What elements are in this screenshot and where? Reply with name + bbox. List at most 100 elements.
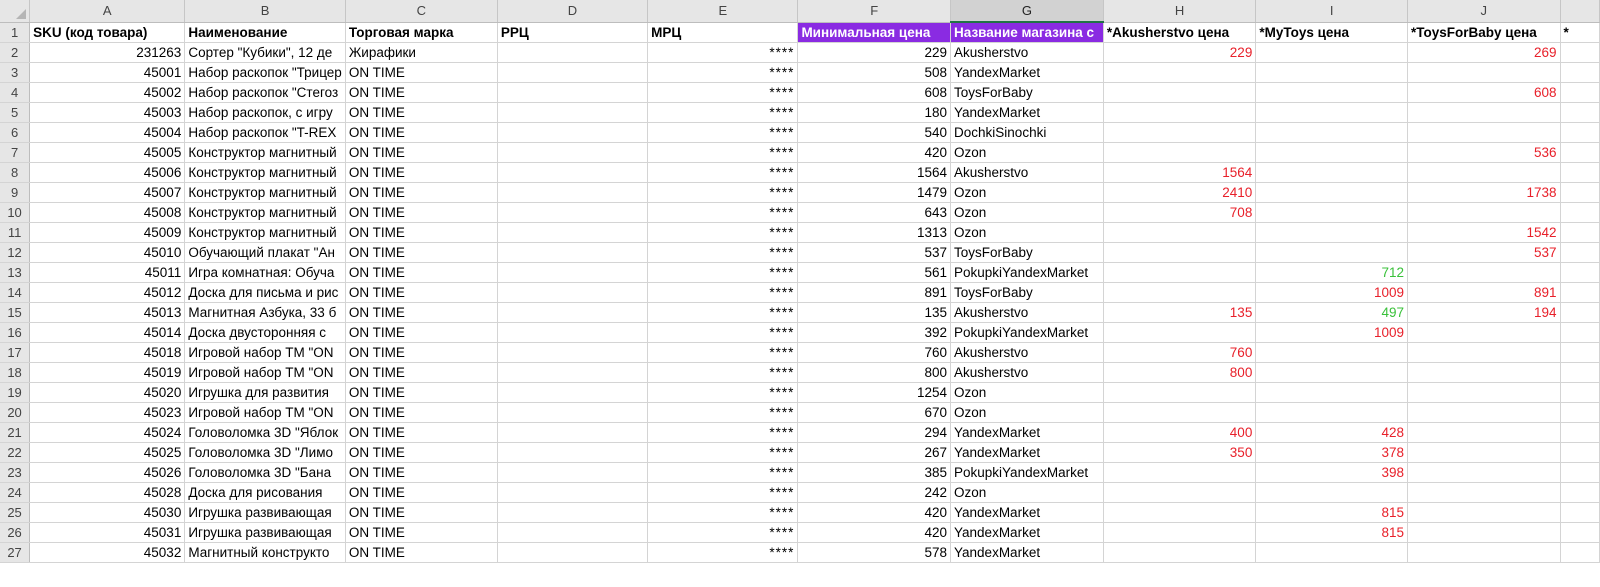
- rrc-cell[interactable]: [497, 462, 649, 483]
- store-name-cell[interactable]: Ozon: [950, 482, 1104, 503]
- store-name-cell[interactable]: PokupkiYandexMarket: [950, 322, 1104, 343]
- akusherstvo-price-cell[interactable]: 708: [1103, 202, 1257, 223]
- toysforbaby-price-cell[interactable]: [1407, 262, 1561, 283]
- rrc-cell[interactable]: [497, 262, 649, 283]
- sku-cell[interactable]: 45018: [29, 342, 186, 363]
- rrc-cell[interactable]: [497, 102, 649, 123]
- mytoys-price-cell[interactable]: [1255, 122, 1409, 143]
- column-header-d[interactable]: D: [497, 0, 649, 23]
- min-price-cell[interactable]: 608: [797, 82, 952, 103]
- sku-cell[interactable]: 231263: [29, 42, 186, 63]
- toysforbaby-price-cell[interactable]: 1542: [1407, 222, 1561, 243]
- min-price-cell[interactable]: 242: [797, 482, 952, 503]
- brand-cell[interactable]: ON TIME: [345, 342, 498, 363]
- mytoys-price-cell[interactable]: [1255, 202, 1409, 223]
- mytoys-price-cell[interactable]: 1009: [1255, 282, 1409, 303]
- akusherstvo-price-cell[interactable]: 350: [1103, 442, 1257, 463]
- brand-cell[interactable]: ON TIME: [345, 102, 498, 123]
- rrc-cell[interactable]: [497, 122, 649, 143]
- extra-cell[interactable]: [1560, 242, 1600, 263]
- rrc-cell[interactable]: [497, 62, 649, 83]
- brand-cell[interactable]: ON TIME: [345, 282, 498, 303]
- min-price-cell[interactable]: 420: [797, 522, 952, 543]
- sku-cell[interactable]: 45001: [29, 62, 186, 83]
- extra-cell[interactable]: [1560, 42, 1600, 63]
- akusherstvo-price-cell[interactable]: [1103, 322, 1257, 343]
- akusherstvo-price-cell[interactable]: [1103, 62, 1257, 83]
- name-cell[interactable]: Игрушка развивающая: [184, 522, 346, 543]
- store-name-cell[interactable]: Ozon: [950, 382, 1104, 403]
- row-header[interactable]: 23: [0, 462, 31, 483]
- name-cell[interactable]: Конструктор магнитный: [184, 142, 346, 163]
- brand-cell[interactable]: ON TIME: [345, 162, 498, 183]
- toysforbaby-price-cell[interactable]: [1407, 322, 1561, 343]
- rrc-cell[interactable]: [497, 502, 649, 523]
- name-cell[interactable]: Магнитный конструкто: [184, 542, 346, 563]
- min-price-cell[interactable]: 135: [797, 302, 952, 323]
- mrc-cell[interactable]: ****: [647, 462, 799, 483]
- store-name-cell[interactable]: ToysForBaby: [950, 282, 1104, 303]
- mytoys-price-cell[interactable]: [1255, 542, 1409, 563]
- akusherstvo-price-cell[interactable]: [1103, 502, 1257, 523]
- name-cell[interactable]: Игрушка развивающая: [184, 502, 346, 523]
- mytoys-price-cell[interactable]: [1255, 342, 1409, 363]
- rrc-cell[interactable]: [497, 162, 649, 183]
- store-name-cell[interactable]: Ozon: [950, 402, 1104, 423]
- header-cell-name[interactable]: Наименование: [184, 22, 346, 43]
- header-cell-min-price[interactable]: Минимальная цена: [797, 22, 952, 43]
- extra-cell[interactable]: [1560, 62, 1600, 83]
- min-price-cell[interactable]: 800: [797, 362, 952, 383]
- store-name-cell[interactable]: Akusherstvo: [950, 42, 1104, 63]
- toysforbaby-price-cell[interactable]: 194: [1407, 302, 1561, 323]
- extra-cell[interactable]: [1560, 202, 1600, 223]
- brand-cell[interactable]: ON TIME: [345, 302, 498, 323]
- mytoys-price-cell[interactable]: [1255, 82, 1409, 103]
- store-name-cell[interactable]: YandexMarket: [950, 62, 1104, 83]
- name-cell[interactable]: Сортер "Кубики", 12 де: [184, 42, 346, 63]
- mrc-cell[interactable]: ****: [647, 502, 799, 523]
- sku-cell[interactable]: 45024: [29, 422, 186, 443]
- min-price-cell[interactable]: 643: [797, 202, 952, 223]
- akusherstvo-price-cell[interactable]: [1103, 522, 1257, 543]
- store-name-cell[interactable]: YandexMarket: [950, 542, 1104, 563]
- store-name-cell[interactable]: YandexMarket: [950, 442, 1104, 463]
- mytoys-price-cell[interactable]: [1255, 402, 1409, 423]
- extra-cell[interactable]: [1560, 362, 1600, 383]
- min-price-cell[interactable]: 561: [797, 262, 952, 283]
- min-price-cell[interactable]: 420: [797, 142, 952, 163]
- row-header[interactable]: 21: [0, 422, 31, 443]
- min-price-cell[interactable]: 508: [797, 62, 952, 83]
- column-header-f[interactable]: F: [797, 0, 952, 23]
- min-price-cell[interactable]: 540: [797, 122, 952, 143]
- toysforbaby-price-cell[interactable]: 269: [1407, 42, 1561, 63]
- rrc-cell[interactable]: [497, 362, 649, 383]
- row-header[interactable]: 17: [0, 342, 31, 363]
- toysforbaby-price-cell[interactable]: [1407, 462, 1561, 483]
- akusherstvo-price-cell[interactable]: [1103, 542, 1257, 563]
- brand-cell[interactable]: ON TIME: [345, 502, 498, 523]
- toysforbaby-price-cell[interactable]: [1407, 62, 1561, 83]
- name-cell[interactable]: Обучающий плакат "Ан: [184, 242, 346, 263]
- mytoys-price-cell[interactable]: 428: [1255, 422, 1409, 443]
- toysforbaby-price-cell[interactable]: [1407, 122, 1561, 143]
- row-header[interactable]: 6: [0, 122, 31, 143]
- brand-cell[interactable]: ON TIME: [345, 62, 498, 83]
- header-cell-sku[interactable]: SKU (код товара): [29, 22, 186, 43]
- row-header[interactable]: 11: [0, 222, 31, 243]
- akusherstvo-price-cell[interactable]: 800: [1103, 362, 1257, 383]
- row-header[interactable]: 20: [0, 402, 31, 423]
- mrc-cell[interactable]: ****: [647, 262, 799, 283]
- rrc-cell[interactable]: [497, 542, 649, 563]
- mytoys-price-cell[interactable]: 815: [1255, 502, 1409, 523]
- mytoys-price-cell[interactable]: [1255, 242, 1409, 263]
- brand-cell[interactable]: ON TIME: [345, 522, 498, 543]
- sku-cell[interactable]: 45019: [29, 362, 186, 383]
- mrc-cell[interactable]: ****: [647, 42, 799, 63]
- column-header-g[interactable]: G: [950, 0, 1104, 23]
- brand-cell[interactable]: ON TIME: [345, 182, 498, 203]
- min-price-cell[interactable]: 760: [797, 342, 952, 363]
- store-name-cell[interactable]: DochkiSinochki: [950, 122, 1104, 143]
- brand-cell[interactable]: Жирафики: [345, 42, 498, 63]
- mrc-cell[interactable]: ****: [647, 402, 799, 423]
- toysforbaby-price-cell[interactable]: 537: [1407, 242, 1561, 263]
